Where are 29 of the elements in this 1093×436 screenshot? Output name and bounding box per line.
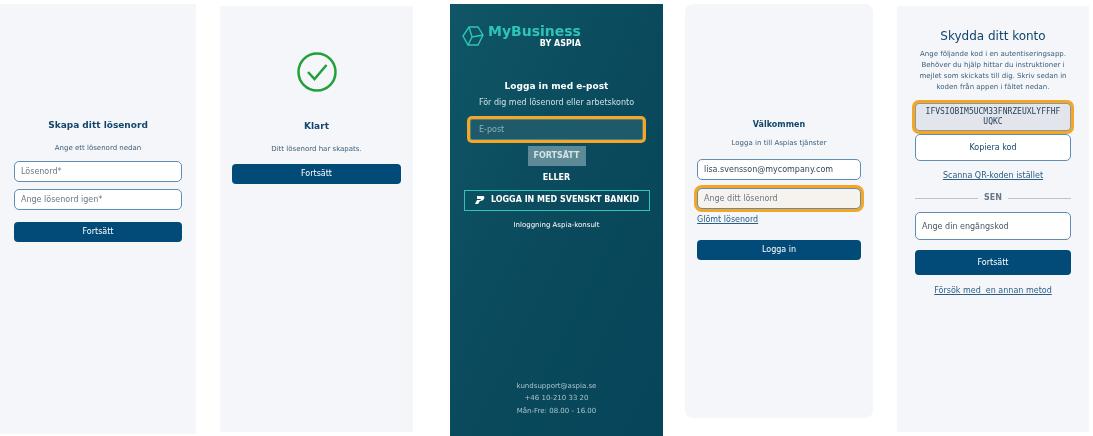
input-field[interactable]: Lösenord* (14, 161, 182, 182)
continue-button[interactable]: Fortsätt (232, 164, 401, 184)
continue-button[interactable]: Fortsätt (14, 222, 182, 242)
page-title: Skapa ditt lösenord (48, 119, 148, 132)
secret-code: IFVSIOBIM5UCM33FNRZEUXLYFFHF UQKC (915, 103, 1071, 131)
input-field[interactable]: Ange lösenord igen* (14, 189, 182, 210)
logo-icon (462, 25, 484, 47)
page-title: Skydda ditt konto (940, 28, 1046, 45)
page-title: Välkommen (752, 119, 806, 131)
page-title: Logga in med e-post (504, 80, 609, 93)
check-icon (296, 52, 337, 92)
continue-button[interactable]: Logga in (697, 239, 861, 260)
continue-button[interactable]: Fortsätt (915, 250, 1071, 275)
input-field[interactable]: Ange ditt lösenord (697, 187, 861, 209)
copy-code-button[interactable]: Kopiera kod (915, 134, 1071, 161)
divider-label: SEN (984, 192, 1002, 204)
divider-label: ELLER (542, 171, 571, 184)
page-title: Klart (304, 120, 329, 133)
bankid-button[interactable]: LOGGA IN MED SVENSKT BANKID (463, 189, 650, 211)
subtitle: För dig med lösenord eller arbetskonto (478, 96, 635, 109)
logo-text: MyBusiness (488, 24, 581, 39)
qr-code-link[interactable]: Scanna QR-koden istället (942, 170, 1044, 182)
other-method-link[interactable]: Försök med en annan metod (934, 285, 1052, 297)
input-field[interactable]: E-post (470, 118, 643, 140)
input-field[interactable]: lisa.svensson@mycompany.com (697, 158, 861, 180)
bankid-icon (473, 195, 486, 205)
forgot-password-link[interactable]: Glömt lösenord (697, 213, 759, 226)
logo-subtitle: BY ASPIA (539, 39, 581, 48)
input-field[interactable]: Ange din engångskod (915, 212, 1071, 240)
